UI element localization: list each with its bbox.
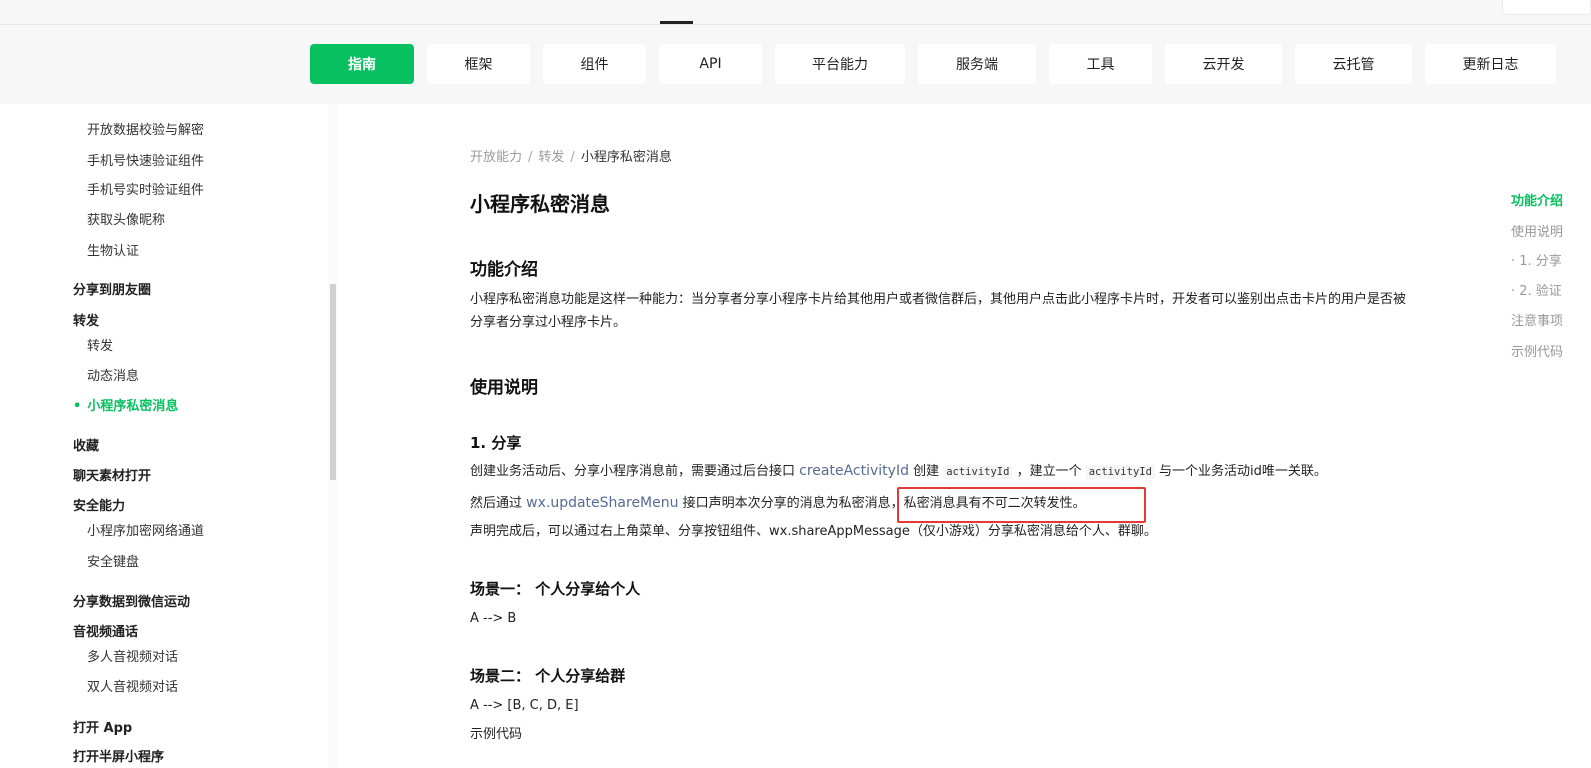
- top-navigation-bar: 指南 框架 组件 API 平台能力 服务端 工具 云开发 云托管 更新日志: [0, 0, 1591, 104]
- breadcrumb: 开放能力 / 转发 / 小程序私密消息: [470, 146, 672, 165]
- tab-cloud-development[interactable]: 云开发: [1165, 44, 1282, 84]
- scene-two-text: A --> [B, C, D, E]: [470, 698, 579, 713]
- sidebar-item-encrypted-channel[interactable]: 小程序加密网络通道: [87, 520, 204, 539]
- sidebar-item-label: 小程序私密消息: [87, 399, 179, 414]
- page-title: 小程序私密消息: [470, 192, 610, 216]
- tab-changelog[interactable]: 更新日志: [1425, 44, 1556, 84]
- share-paragraph-3: 声明完成后，可以通过右上角菜单、分享按钮组件、wx.shareAppMessag…: [470, 524, 1157, 539]
- active-top-nav-indicator: [660, 21, 693, 24]
- sidebar-item-forward[interactable]: 转发: [87, 335, 113, 354]
- sidebar-item-private-message[interactable]: • 小程序私密消息: [73, 395, 178, 414]
- breadcrumb-separator: /: [570, 150, 575, 165]
- sidebar-group-chat-material[interactable]: 聊天素材打开: [73, 465, 151, 484]
- sidebar-group-werun[interactable]: 分享数据到微信运动: [73, 591, 190, 610]
- sidebar-group-av-call[interactable]: 音视频通话: [73, 621, 138, 640]
- breadcrumb-current: 小程序私密消息: [580, 150, 672, 165]
- toc-item-verify[interactable]: · 2. 验证: [1511, 280, 1562, 299]
- top-right-button[interactable]: [1502, 0, 1591, 15]
- sidebar-scrollbar-thumb[interactable]: [330, 284, 336, 480]
- sidebar-item-secure-keyboard[interactable]: 安全键盘: [87, 551, 139, 570]
- sidebar-group-open-app[interactable]: 打开 App: [73, 717, 132, 736]
- subsection-heading-share: 1. 分享: [470, 434, 522, 452]
- share-paragraph-1: 创建业务活动后、分享小程序消息前，需要通过后台接口 createActivity…: [470, 460, 1327, 484]
- inline-code: activityId: [943, 465, 1013, 479]
- example-code-label: 示例代码: [470, 727, 523, 742]
- sidebar-item-phone-quick-verify[interactable]: 手机号快速验证组件: [87, 150, 204, 169]
- sidebar-group-share-moments[interactable]: 分享到朋友圈: [73, 279, 151, 298]
- update-share-menu-link[interactable]: wx.updateShareMenu: [526, 495, 678, 511]
- sidebar-group-half-screen[interactable]: 打开半屏小程序: [73, 746, 164, 765]
- doc-category-tabs: 指南 框架 组件 API 平台能力 服务端 工具 云开发 云托管 更新日志: [310, 44, 1556, 84]
- tab-guide[interactable]: 指南: [310, 44, 414, 84]
- tab-server[interactable]: 服务端: [918, 44, 1036, 84]
- inline-code: activityId: [1085, 465, 1155, 479]
- sidebar-item-dynamic-message[interactable]: 动态消息: [87, 365, 139, 384]
- tab-framework[interactable]: 框架: [427, 44, 530, 84]
- tab-api[interactable]: API: [659, 44, 762, 84]
- breadcrumb-separator: /: [528, 150, 533, 165]
- sidebar-item-phone-realtime-verify[interactable]: 手机号实时验证组件: [87, 179, 204, 198]
- tab-platform-capabilities[interactable]: 平台能力: [775, 44, 905, 84]
- toc-item-usage[interactable]: 使用说明: [1511, 221, 1563, 240]
- scene-one-text: A --> B: [470, 611, 517, 626]
- annotation-highlight-box: [897, 487, 1146, 523]
- sidebar-item-multi-av[interactable]: 多人音视频对话: [87, 646, 178, 665]
- sidebar-group-security[interactable]: 安全能力: [73, 495, 125, 514]
- top-divider: [0, 24, 1591, 25]
- sidebar-item-avatar-nickname[interactable]: 获取头像昵称: [87, 209, 165, 228]
- text-segment: 与一个业务活动id唯一关联。: [1154, 464, 1327, 479]
- text-segment: 创建业务活动后、分享小程序消息前，需要通过后台接口: [470, 464, 800, 479]
- text-segment: 然后通过: [470, 496, 527, 511]
- scene-two-heading: 场景二： 个人分享给群: [470, 667, 626, 685]
- toc-item-example[interactable]: 示例代码: [1511, 341, 1563, 360]
- text-segment: ，建立一个: [1012, 464, 1086, 479]
- sidebar-group-forward[interactable]: 转发: [73, 310, 99, 329]
- toc-item-intro[interactable]: 功能介绍: [1511, 190, 1563, 209]
- toc-item-notes[interactable]: 注意事项: [1511, 310, 1563, 329]
- sidebar: 开放数据校验与解密 手机号快速验证组件 手机号实时验证组件 获取头像昵称 生物认…: [0, 104, 330, 768]
- intro-paragraph: 小程序私密消息功能是这样一种能力：当分享者分享小程序卡片给其他用户或者微信群后，…: [470, 292, 1407, 330]
- tab-tools[interactable]: 工具: [1049, 44, 1152, 84]
- create-activity-id-link[interactable]: createActivityId: [799, 463, 909, 479]
- sidebar-item-biometric-auth[interactable]: 生物认证: [87, 240, 139, 259]
- breadcrumb-item-open-capability[interactable]: 开放能力: [470, 150, 522, 165]
- toc-item-share[interactable]: · 1. 分享: [1511, 250, 1562, 269]
- sidebar-group-favorites[interactable]: 收藏: [73, 435, 99, 454]
- sidebar-item-dual-av[interactable]: 双人音视频对话: [87, 676, 178, 695]
- section-heading-usage: 使用说明: [470, 378, 538, 398]
- tab-cloud-hosting[interactable]: 云托管: [1295, 44, 1412, 84]
- breadcrumb-item-forward[interactable]: 转发: [538, 150, 564, 165]
- tab-components[interactable]: 组件: [543, 44, 646, 84]
- scene-one-heading: 场景一： 个人分享给个人: [470, 580, 641, 598]
- text-segment: 创建: [908, 464, 944, 479]
- section-heading-intro: 功能介绍: [470, 260, 538, 280]
- active-dot-icon: •: [73, 399, 82, 414]
- sidebar-item-open-data-decrypt[interactable]: 开放数据校验与解密: [87, 119, 204, 138]
